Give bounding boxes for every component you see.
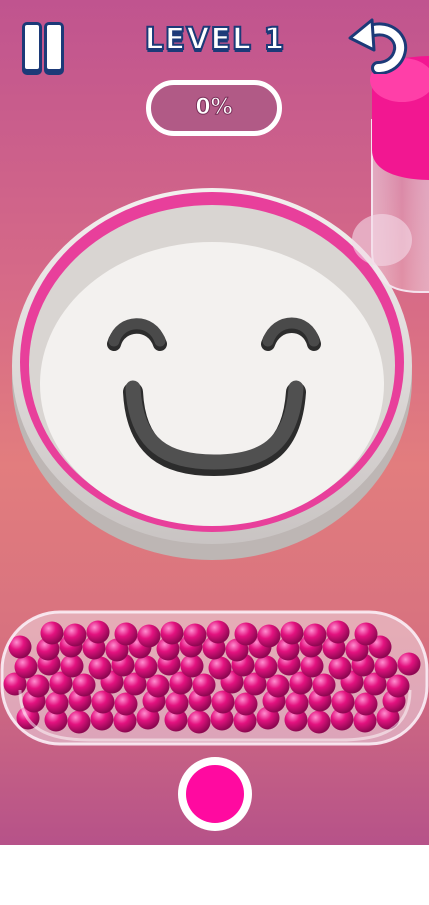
- ball: [307, 710, 331, 734]
- ball: [300, 654, 324, 678]
- ball-pile: [3, 620, 421, 734]
- ball: [208, 656, 232, 680]
- ball: [328, 656, 352, 680]
- ball: [374, 655, 398, 679]
- ball: [160, 621, 184, 645]
- ball: [91, 690, 115, 714]
- ball: [72, 673, 96, 697]
- ball: [40, 621, 64, 645]
- ball: [354, 622, 378, 646]
- ball: [303, 623, 327, 647]
- ball: [183, 623, 207, 647]
- smiley-tray: [12, 188, 412, 560]
- undo-icon: [348, 18, 408, 75]
- bottom-blank-area: [0, 845, 429, 905]
- pour-jar: [352, 56, 429, 293]
- ball: [266, 674, 290, 698]
- level-title: LEVEL 1: [144, 21, 286, 58]
- ball: [234, 622, 258, 646]
- ball: [114, 622, 138, 646]
- ball: [63, 623, 87, 647]
- ball: [180, 654, 204, 678]
- undo-button[interactable]: [346, 18, 408, 75]
- pour-color-button[interactable]: [178, 757, 252, 831]
- ball: [326, 620, 350, 644]
- ball: [88, 656, 112, 680]
- ball: [114, 692, 138, 716]
- ball: [67, 710, 91, 734]
- ball: [165, 691, 189, 715]
- ball: [257, 624, 281, 648]
- color-swatch: [186, 765, 244, 823]
- ball: [86, 620, 110, 644]
- ball: [254, 655, 278, 679]
- ball: [386, 674, 410, 698]
- progress-bar: 0%: [146, 80, 282, 136]
- ball: [331, 690, 355, 714]
- ball: [206, 620, 230, 644]
- ball: [211, 690, 235, 714]
- progress-percent: 0%: [195, 95, 233, 121]
- ball: [60, 654, 84, 678]
- ball: [137, 624, 161, 648]
- ball: [354, 692, 378, 716]
- ball: [134, 655, 158, 679]
- ball: [234, 692, 258, 716]
- ball: [187, 710, 211, 734]
- pause-button[interactable]: [20, 22, 64, 72]
- ball: [280, 621, 304, 645]
- game-screen: LEVEL 1 0%: [0, 0, 429, 845]
- ball-tube: [0, 610, 429, 746]
- ball: [192, 673, 216, 697]
- ball: [397, 652, 421, 676]
- ball: [285, 691, 309, 715]
- ball: [312, 673, 336, 697]
- ball: [45, 691, 69, 715]
- ball: [14, 655, 38, 679]
- ball: [146, 674, 170, 698]
- ball: [26, 674, 50, 698]
